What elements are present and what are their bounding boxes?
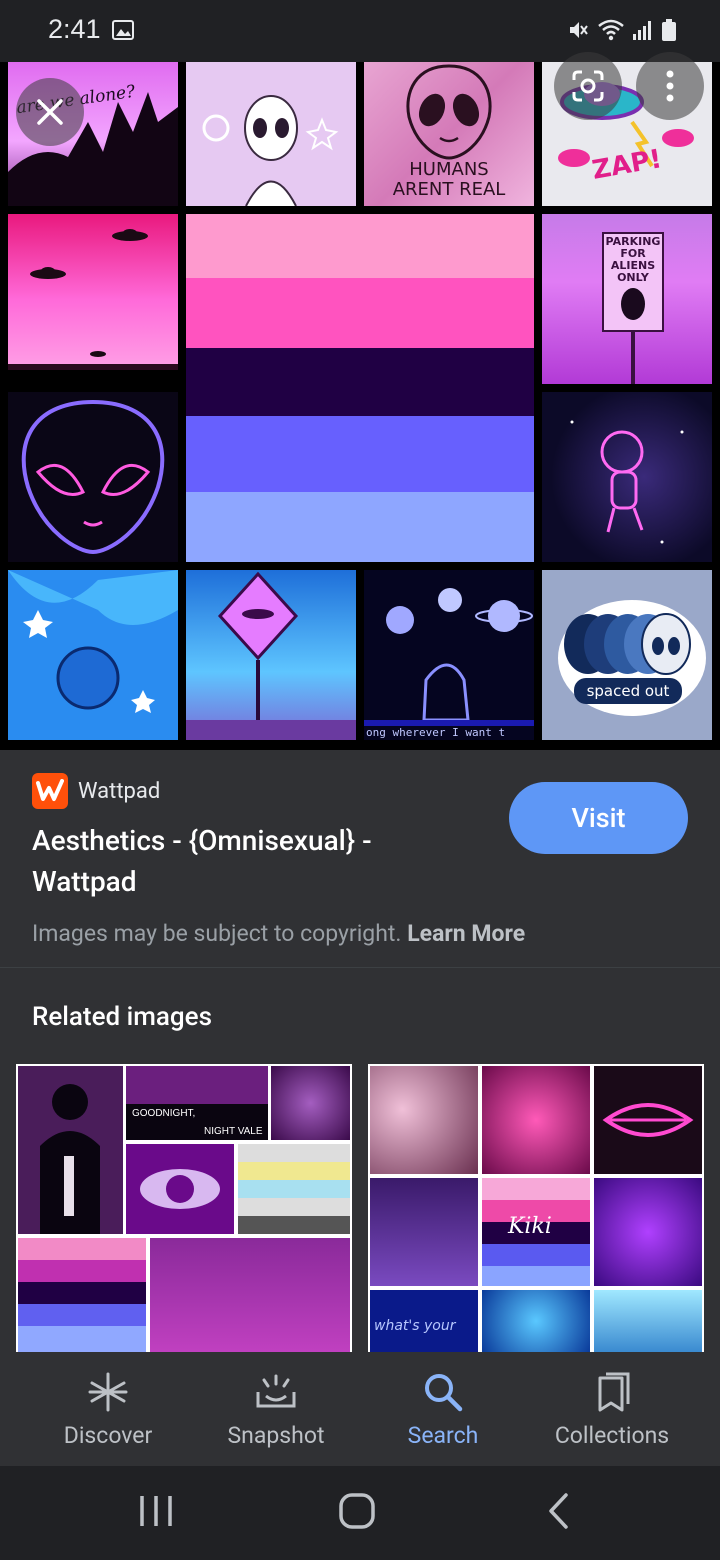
tile-humans-line2: ARENT REAL xyxy=(392,179,506,200)
tile-ufo-sign xyxy=(186,570,356,740)
system-navigation-bar xyxy=(0,1466,720,1560)
wattpad-logo xyxy=(32,773,68,809)
tile-wherever-text: ong wherever I want t xyxy=(366,726,506,739)
home-icon xyxy=(339,1493,375,1529)
search-icon xyxy=(421,1370,465,1414)
nav-search[interactable]: Search xyxy=(353,1352,533,1466)
tile-pink-ufos xyxy=(8,214,178,370)
wattpad-w-icon xyxy=(36,779,64,801)
source-site-name[interactable]: Wattpad xyxy=(78,779,160,804)
collections-icon xyxy=(590,1370,634,1414)
back-icon xyxy=(549,1493,568,1529)
related-image-1[interactable]: GOODNIGHT, NIGHT VALE xyxy=(16,1064,352,1352)
nav-snapshot-label: Snapshot xyxy=(227,1422,325,1449)
bottom-navigation: Discover Snapshot Search Collections xyxy=(0,1352,720,1466)
tile-humans-line1: HUMANS xyxy=(409,159,489,180)
more-options-button[interactable] xyxy=(636,52,704,120)
related-2-text-2: what's your xyxy=(374,1318,456,1334)
tile-humans-arent-real: HUMANS ARENT REAL xyxy=(364,62,534,206)
related-2-text-1: Kiki xyxy=(508,1214,552,1239)
close-icon xyxy=(37,99,63,125)
more-vert-icon xyxy=(666,70,674,102)
home-button[interactable] xyxy=(338,1492,376,1534)
tile-spaced-out-text: spaced out xyxy=(586,682,670,700)
nav-collections-label: Collections xyxy=(554,1422,670,1449)
clock: 2:41 xyxy=(48,14,101,44)
snapshot-icon xyxy=(254,1370,298,1414)
wifi-icon xyxy=(598,19,624,45)
battery-icon xyxy=(662,19,676,45)
result-title[interactable]: Aesthetics - {Omnisexual} - Wattpad xyxy=(32,820,452,902)
nav-snapshot[interactable]: Snapshot xyxy=(186,1352,366,1466)
related-image-2[interactable]: Kiki what's your xyxy=(368,1064,704,1352)
visit-button[interactable]: Visit xyxy=(509,782,688,854)
nav-search-label: Search xyxy=(407,1422,479,1449)
back-button[interactable] xyxy=(546,1492,572,1534)
tile-parking-aliens: PARKING FOR ALIENS ONLY xyxy=(542,214,712,384)
nav-collections[interactable]: Collections xyxy=(522,1352,702,1466)
close-button[interactable] xyxy=(16,78,84,146)
tile-omnisexual-flag xyxy=(186,214,534,562)
asterisk-icon xyxy=(86,1370,130,1414)
mute-icon xyxy=(566,18,590,46)
lens-icon xyxy=(572,70,604,102)
signal-icon xyxy=(632,20,654,44)
tile-planets-figure: ong wherever I want t xyxy=(364,570,534,740)
recents-icon xyxy=(140,1496,172,1526)
nav-discover[interactable]: Discover xyxy=(18,1352,198,1466)
status-icons xyxy=(566,18,676,46)
main-image[interactable]: are we alone? HUMANS ARENT REAL ZAP! PAR… xyxy=(0,62,720,750)
tile-alien-peace xyxy=(186,62,356,206)
status-bar: 2:41 xyxy=(0,0,720,62)
tile-neon-astronaut xyxy=(542,392,712,562)
tile-spaced-out: spaced out xyxy=(542,570,712,740)
gallery-notification-icon xyxy=(112,20,134,44)
tile-neon-alien xyxy=(8,392,178,562)
copyright-notice: Images may be subject to copyright. Lear… xyxy=(32,920,525,947)
tile-blue-planet xyxy=(8,570,178,740)
nav-discover-label: Discover xyxy=(63,1422,153,1449)
copyright-text: Images may be subject to copyright. xyxy=(32,920,402,947)
related-1-text-1: GOODNIGHT, xyxy=(132,1108,196,1119)
related-1-text-2: NIGHT VALE xyxy=(204,1126,263,1137)
related-images-heading: Related images xyxy=(32,1002,212,1032)
recents-button[interactable] xyxy=(138,1494,174,1532)
lens-button[interactable] xyxy=(554,52,622,120)
learn-more-link[interactable]: Learn More xyxy=(407,920,525,947)
